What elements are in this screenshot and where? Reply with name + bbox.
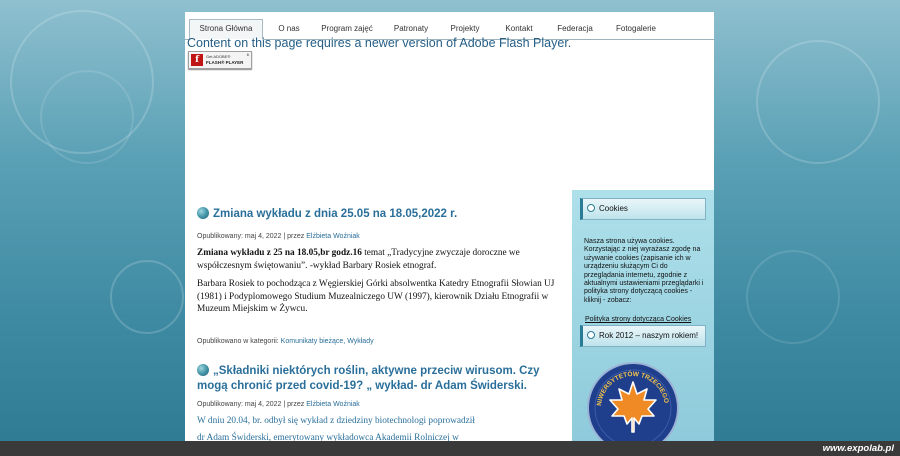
post-category-links[interactable]: Komunikaty bieżące, Wykłady <box>281 338 374 345</box>
get-flash-button[interactable]: f Get ADOBE® FLASH® PLAYER 6 <box>188 51 252 69</box>
bottom-bar: www.expolab.pl <box>0 441 900 456</box>
post-meta: Opublikowany: maj 4, 2022 | przez Elżbie… <box>197 233 557 240</box>
page-container: Strona Główna O nas Program zajęć Patron… <box>185 12 714 456</box>
cookies-policy-link[interactable]: Polityka strony dotycząca Cookies <box>585 316 691 323</box>
sidebar: Cookies Nasza strona używa cookies. Korz… <box>572 190 714 456</box>
post-title[interactable]: „Składniki niektórych roślin, aktywne pr… <box>197 364 557 394</box>
flash-notice: Content on this page requires a newer ve… <box>187 36 572 50</box>
post-title-text[interactable]: Zmiana wykładu z dnia 25.05 na 18.05,202… <box>213 208 457 220</box>
post-title[interactable]: Zmiana wykładu z dnia 25.05 na 18.05,202… <box>197 207 557 222</box>
post-lead: Zmiana wykładu z 25 na 18.05,br godz.16 … <box>197 247 557 272</box>
post-categories: Opublikowano w kategorii: Komunikaty bie… <box>197 338 557 345</box>
post-author-link[interactable]: Elżbieta Woźniak <box>306 401 360 408</box>
flash-badge-bottom: FLASH® PLAYER <box>206 60 244 65</box>
background-swirl <box>746 250 840 344</box>
post: Zmiana wykładu z dnia 25.05 na 18.05,202… <box>197 207 557 345</box>
cookies-title-text: Cookies <box>599 204 628 213</box>
post-meta-date: Opublikowany: maj 4, 2022 | przez <box>197 401 305 408</box>
background-swirl <box>756 40 880 164</box>
year-widget-title: Rok 2012 – naszym rokiem! <box>580 325 706 347</box>
post-line: W dniu 20.04, br. odbył się wykład z dzi… <box>197 416 475 426</box>
post-paragraph: Barbara Rosiek to pochodząca z Węgierski… <box>197 279 555 314</box>
year-title-text: Rok 2012 – naszym rokiem! <box>599 331 699 340</box>
watermark: www.expolab.pl <box>822 443 894 454</box>
cookies-text: Nasza strona używa cookies. Korzystając … <box>584 238 704 304</box>
post: „Składniki niektórych roślin, aktywne pr… <box>197 364 557 444</box>
circle-bullet-icon <box>587 204 595 212</box>
cookies-widget-title: Cookies <box>580 198 706 220</box>
post-bullet-icon <box>197 364 209 376</box>
post-title-text[interactable]: „Składniki niektórych roślin, aktywne pr… <box>197 365 540 392</box>
post-meta: Opublikowany: maj 4, 2022 | przez Elżbie… <box>197 401 557 408</box>
post-author-link[interactable]: Elżbieta Woźniak <box>306 233 360 240</box>
post-meta-date: Opublikowany: maj 4, 2022 | przez <box>197 233 305 240</box>
post-lead-bold: Zmiana wykładu z 25 na 18.05,br godz.16 <box>197 248 362 258</box>
circle-bullet-icon <box>587 331 595 339</box>
background-swirl <box>40 70 134 164</box>
flash-badge-top: Get ADOBE® <box>206 54 231 59</box>
flash-badge-mark: 6 <box>246 52 249 57</box>
post-bullet-icon <box>197 207 209 219</box>
flash-logo-icon: f <box>191 54 203 66</box>
background-swirl <box>110 260 184 334</box>
post-category-prefix: Opublikowano w kategorii: <box>197 337 279 345</box>
nav-tab-gallery[interactable]: Fotogalerie <box>611 20 661 38</box>
